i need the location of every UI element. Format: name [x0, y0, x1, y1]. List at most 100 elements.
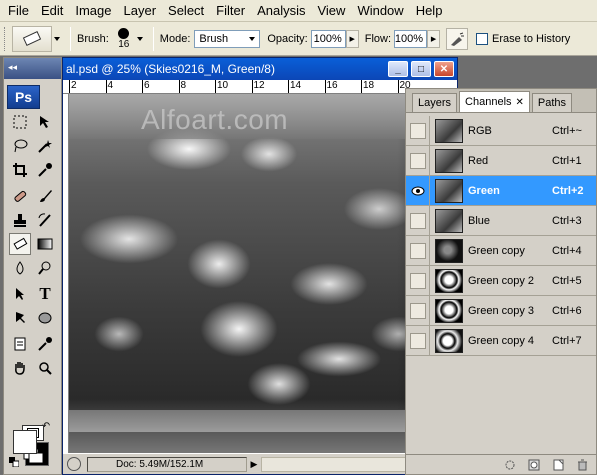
type-tool-icon[interactable]: T [34, 283, 56, 305]
close-button[interactable]: ✕ [434, 61, 454, 77]
menu-help[interactable]: Help [410, 0, 449, 22]
marquee-tool-icon[interactable] [9, 111, 31, 133]
document-title-bar[interactable]: al.psd @ 25% (Skies0216_M, Green/8) _ □ … [63, 58, 457, 80]
new-channel-icon[interactable] [552, 459, 564, 471]
channel-row-blue[interactable]: Blue Ctrl+3 [406, 205, 596, 236]
channel-row-rgb[interactable]: RGB Ctrl+~ [406, 115, 596, 146]
status-menu-arrow[interactable]: ▶ [247, 457, 261, 472]
menu-view[interactable]: View [311, 0, 351, 22]
opacity-slider-button[interactable]: ▶ [345, 29, 359, 48]
options-bar: Brush: 16 Mode: Brush Opacity: 100% ▶ Fl… [0, 22, 597, 56]
default-colors-icon[interactable] [8, 456, 20, 468]
opacity-label: Opacity: [267, 32, 308, 45]
mode-select[interactable]: Brush [194, 29, 261, 48]
tool-preset-picker[interactable] [12, 25, 52, 52]
menu-file[interactable]: File [2, 0, 35, 22]
channel-row-green-copy-3[interactable]: Green copy 3 Ctrl+6 [406, 295, 596, 326]
menu-layer[interactable]: Layer [118, 0, 163, 22]
photoshop-logo[interactable]: Ps [7, 85, 40, 109]
channel-thumbnail [435, 148, 463, 173]
channel-row-green-copy-2[interactable]: Green copy 2 Ctrl+5 [406, 265, 596, 296]
menu-select[interactable]: Select [162, 0, 210, 22]
canvas[interactable]: Alfoart.com [69, 94, 457, 453]
eyedropper-sample-icon[interactable] [34, 333, 56, 355]
magic-wand-icon[interactable] [34, 135, 56, 157]
menu-analysis[interactable]: Analysis [251, 0, 311, 22]
visibility-box [409, 272, 426, 289]
clone-stamp-icon[interactable] [9, 209, 31, 231]
channel-row-red[interactable]: Red Ctrl+1 [406, 145, 596, 176]
zoom-tool-icon[interactable] [34, 357, 56, 379]
eyedropper-tool-icon[interactable] [34, 159, 56, 181]
tab-paths[interactable]: Paths [531, 93, 573, 112]
maximize-button[interactable]: □ [411, 61, 431, 77]
crop-tool-icon[interactable] [9, 159, 31, 181]
brush-tool-icon[interactable] [34, 185, 56, 207]
healing-brush-icon[interactable] [9, 185, 31, 207]
lasso-tool-icon[interactable] [9, 135, 31, 157]
flow-slider-button[interactable]: ▶ [427, 29, 441, 48]
channel-thumbnail [435, 298, 463, 323]
tab-label: Channels [465, 96, 512, 108]
menu-image[interactable]: Image [69, 0, 117, 22]
menu-edit[interactable]: Edit [35, 0, 69, 22]
menu-filter[interactable]: Filter [210, 0, 251, 22]
visibility-box [409, 242, 426, 259]
channel-thumbnail [435, 268, 463, 293]
chevron-down-icon[interactable] [54, 36, 60, 41]
brush-picker[interactable]: 16 [115, 27, 133, 50]
channel-thumbnail [435, 118, 463, 143]
channel-thumbnail [435, 328, 463, 353]
visibility-toggle[interactable] [406, 325, 430, 356]
tab-channels[interactable]: Channels ✕ [459, 91, 530, 112]
eye-icon [410, 183, 426, 199]
ruler-mark: 18 [361, 80, 375, 93]
tab-layers[interactable]: Layers [412, 93, 458, 112]
delete-channel-icon[interactable] [576, 459, 588, 471]
visibility-toggle[interactable] [406, 175, 430, 206]
eraser-tool-icon[interactable] [9, 233, 31, 255]
zoom-indicator-icon[interactable] [67, 457, 81, 471]
visibility-toggle[interactable] [406, 145, 430, 176]
flow-field[interactable]: 100% [394, 29, 428, 48]
shape-tool-icon[interactable] [34, 307, 56, 329]
close-tab-icon[interactable]: ✕ [516, 97, 524, 108]
blur-tool-icon[interactable] [9, 257, 31, 279]
opacity-field[interactable]: 100% [310, 29, 346, 48]
minimize-button[interactable]: _ [388, 61, 408, 77]
options-grip[interactable] [4, 26, 8, 51]
load-selection-icon[interactable] [504, 459, 516, 471]
channels-panel: Layers Channels ✕ Paths RGB Ctrl+~ Red Ctrl+1 G… [405, 88, 597, 475]
visibility-toggle[interactable] [406, 295, 430, 326]
visibility-toggle[interactable] [406, 115, 430, 146]
channel-row-green-copy-4[interactable]: Green copy 4 Ctrl+7 [406, 325, 596, 356]
channel-shortcut: Ctrl+2 [552, 184, 584, 197]
visibility-box [409, 122, 426, 139]
channel-row-green-copy[interactable]: Green copy Ctrl+4 [406, 235, 596, 266]
channel-thumbnail [435, 178, 463, 203]
doc-size-field[interactable]: Doc: 5.49M/152.1M [87, 456, 247, 472]
history-brush-icon[interactable] [34, 209, 56, 231]
ruler-mark: 10 [215, 80, 229, 93]
brush-dropdown-icon[interactable] [136, 36, 143, 41]
airbrush-toggle[interactable] [446, 27, 469, 50]
hand-tool-icon[interactable] [9, 357, 31, 379]
dodge-tool-icon[interactable] [34, 257, 56, 279]
visibility-toggle[interactable] [406, 265, 430, 296]
move-tool-icon[interactable] [34, 111, 56, 133]
save-selection-icon[interactable] [528, 459, 540, 471]
channel-row-green[interactable]: Green Ctrl+2 [406, 175, 596, 206]
toolbox-header[interactable]: ◂◂ [4, 58, 61, 79]
pen-tool-icon[interactable] [9, 307, 31, 329]
foreground-color-swatch-top[interactable] [13, 430, 37, 454]
notes-tool-icon[interactable] [9, 333, 31, 355]
menu-window[interactable]: Window [351, 0, 409, 22]
ruler-mark: 8 [178, 80, 187, 93]
path-selection-icon[interactable] [9, 283, 31, 305]
visibility-toggle[interactable] [406, 205, 430, 236]
erase-to-history-checkbox[interactable] [476, 32, 489, 45]
horizontal-ruler[interactable]: 2 4 6 8 10 12 14 16 18 20 [63, 80, 457, 94]
channel-name: Green copy [468, 244, 525, 257]
visibility-toggle[interactable] [406, 235, 430, 266]
gradient-tool-icon[interactable] [34, 233, 56, 255]
